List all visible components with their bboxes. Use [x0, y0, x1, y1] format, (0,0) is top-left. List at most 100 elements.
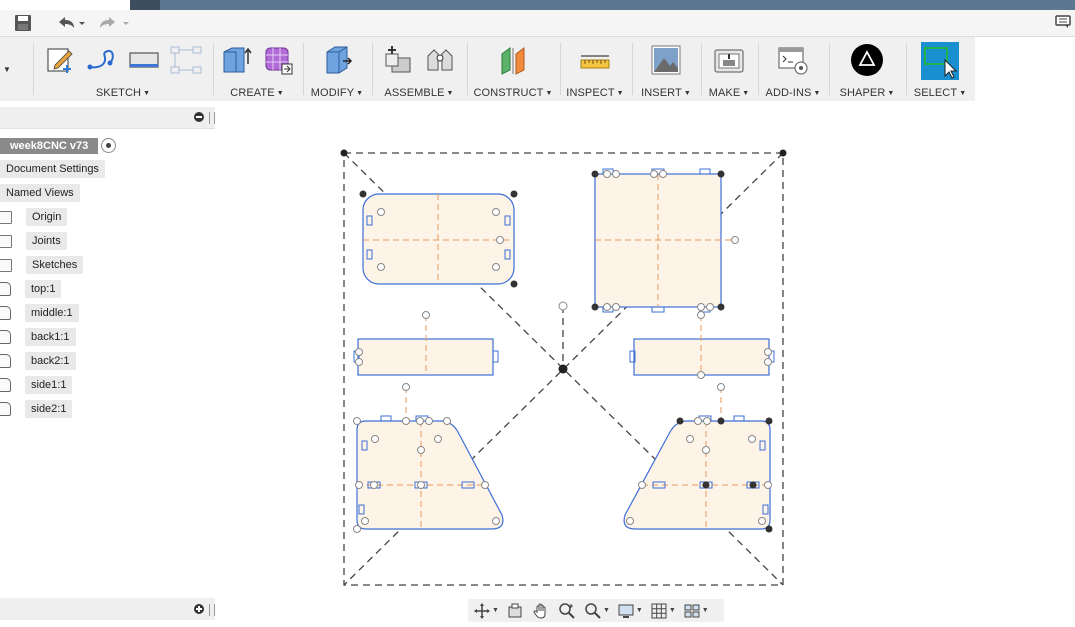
workspace-dropdown-caret[interactable]: ▼ [3, 65, 11, 74]
design-canvas[interactable] [216, 101, 1075, 598]
shaper-group: SHAPER ▼ [832, 37, 902, 101]
measure-button[interactable] [578, 43, 612, 77]
profile-side2[interactable] [623, 383, 773, 533]
sketch-constraints-button[interactable] [169, 43, 203, 77]
collapse-icon[interactable] [194, 112, 204, 122]
constraints-icon [170, 46, 202, 74]
modify-menu[interactable]: MODIFY ▼ [306, 87, 368, 99]
image-icon [651, 45, 681, 75]
zoom-icon [559, 602, 575, 619]
profile-back1[interactable] [353, 311, 499, 376]
new-component-button[interactable] [381, 43, 415, 77]
viewports-dropdown-icon[interactable]: ▼ [702, 607, 709, 614]
spline-icon [87, 49, 114, 70]
tree-item-body[interactable]: back1:1 [0, 327, 76, 347]
divider [701, 43, 702, 95]
tree-item-body[interactable]: side2:1 [0, 399, 73, 419]
look-at-button[interactable] [505, 602, 525, 620]
tree-item-body[interactable]: back2:1 [0, 351, 76, 371]
undo-button[interactable] [55, 13, 85, 33]
tree-item-body[interactable]: middle:1 [0, 303, 79, 323]
select-button[interactable] [921, 42, 959, 80]
comments-icon[interactable] [1055, 15, 1071, 29]
new-component-icon [385, 46, 411, 73]
profile-top[interactable] [359, 190, 518, 288]
tree-item-label: side1:1 [25, 376, 73, 394]
redo-button[interactable] [98, 13, 132, 33]
divider [33, 43, 34, 95]
spline-button[interactable] [85, 43, 119, 77]
panel-pin-icon[interactable] [209, 112, 215, 124]
tree-item-joints[interactable]: Joints [0, 231, 67, 251]
construct-menu[interactable]: CONSTRUCT ▼ [470, 87, 556, 99]
tree-item-origin[interactable]: Origin [0, 207, 68, 227]
zoom-button[interactable] [557, 602, 577, 620]
grid-icon [651, 603, 667, 618]
sketch-menu[interactable]: SKETCH ▼ [36, 87, 210, 99]
tree-item-label: Document Settings [0, 160, 105, 178]
sketch-group: SKETCH ▼ [36, 37, 210, 101]
title-strip [0, 0, 1075, 10]
profile-side1[interactable] [353, 383, 504, 533]
press-pull-button[interactable] [320, 43, 354, 77]
tree-item-label: Origin [26, 208, 68, 226]
look-at-icon [508, 603, 522, 617]
profile-back2[interactable] [629, 311, 775, 379]
tree-item-label: side2:1 [25, 400, 73, 418]
panel-pin-icon[interactable] [209, 604, 215, 616]
tree-item-body[interactable]: top:1 [0, 279, 62, 299]
tree-item-sketches[interactable]: Sketches [0, 255, 84, 275]
inspect-group: INSPECT ▼ [562, 37, 628, 101]
display-settings-button[interactable] [616, 602, 636, 620]
orbit-button[interactable] [472, 602, 492, 620]
document-tab[interactable] [130, 0, 160, 10]
fit-button[interactable] [583, 602, 603, 620]
profile-middle[interactable] [591, 168, 739, 313]
zoom-dropdown-icon[interactable]: ▼ [603, 607, 610, 614]
tree-item-label: back2:1 [25, 352, 76, 370]
divider [906, 43, 907, 95]
scripts-addins-button[interactable] [776, 43, 810, 77]
tree-item-body[interactable]: side1:1 [0, 375, 73, 395]
orbit-dropdown-icon[interactable]: ▼ [492, 607, 499, 614]
tab-bar [160, 0, 1075, 10]
offset-plane-icon [501, 47, 525, 75]
tree-item-label: Named Views [0, 184, 80, 202]
comments-panel-header [0, 598, 215, 620]
assemble-menu[interactable]: ASSEMBLE ▼ [374, 87, 464, 99]
display-dropdown-icon[interactable]: ▼ [636, 607, 643, 614]
offset-plane-button[interactable] [496, 43, 530, 77]
toolbar-ribbon: ▼ SKETCH ▼ CREATE ▼ MODIFY ▼ ASSEMBLE ▼ … [0, 37, 975, 101]
rectangle-button[interactable] [127, 43, 161, 77]
extrude-icon [223, 47, 252, 73]
extrude-button[interactable] [219, 43, 253, 77]
sketch-drawing[interactable] [216, 101, 1075, 598]
zoom-fit-icon [585, 602, 601, 619]
shaper-button[interactable] [850, 43, 884, 77]
create-sketch-button[interactable] [43, 43, 77, 77]
save-button[interactable] [14, 13, 32, 33]
addins-menu[interactable]: ADD-INS ▼ [760, 87, 826, 99]
grid-settings-button[interactable] [649, 602, 669, 620]
pan-button[interactable] [531, 602, 551, 620]
viewports-icon [684, 604, 700, 617]
shaper-menu[interactable]: SHAPER ▼ [832, 87, 902, 99]
insert-menu[interactable]: INSERT ▼ [634, 87, 698, 99]
inspect-menu[interactable]: INSPECT ▼ [562, 87, 628, 99]
3d-print-button[interactable] [712, 43, 746, 77]
grid-dropdown-icon[interactable]: ▼ [669, 607, 676, 614]
browser-root-node[interactable]: week8CNC v73 [0, 137, 117, 154]
expand-icon[interactable] [194, 604, 204, 614]
folder-icon [0, 234, 12, 248]
tree-item-named-views[interactable]: Named Views [0, 183, 80, 203]
form-button[interactable] [261, 43, 295, 77]
tree-item-document-settings[interactable]: Document Settings [0, 159, 105, 179]
viewports-button[interactable] [682, 602, 702, 620]
create-menu[interactable]: CREATE ▼ [214, 87, 300, 99]
insert-image-button[interactable] [649, 43, 683, 77]
select-menu[interactable]: SELECT ▼ [908, 87, 972, 99]
joint-button[interactable] [423, 43, 457, 77]
construct-group: CONSTRUCT ▼ [470, 37, 556, 101]
make-menu[interactable]: MAKE ▼ [703, 87, 755, 99]
active-component-radio-icon[interactable] [101, 138, 117, 153]
